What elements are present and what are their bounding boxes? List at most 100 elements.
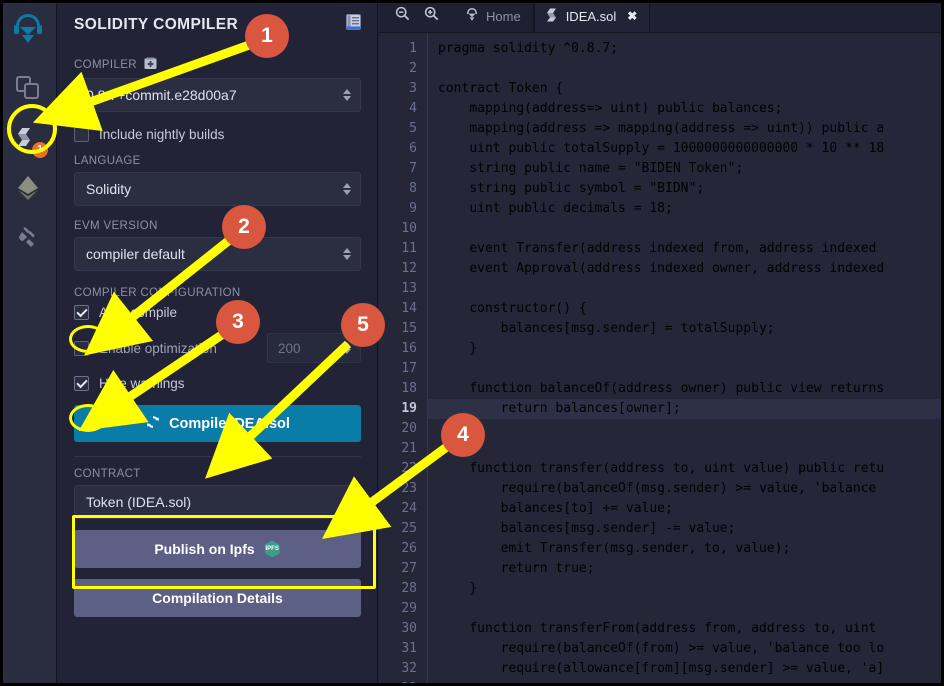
code-line[interactable]: return true; bbox=[438, 559, 944, 579]
line-number: 8 bbox=[409, 181, 417, 196]
file-explorer-icon[interactable] bbox=[6, 66, 50, 110]
page-title: SOLIDITY COMPILER bbox=[74, 15, 239, 33]
chevron-updown-icon bbox=[343, 248, 351, 260]
code-line[interactable]: balances[msg.sender] = totalSupply; bbox=[438, 319, 944, 339]
plugin-manager-icon[interactable] bbox=[6, 216, 50, 260]
auto-compile-row[interactable]: Auto compile bbox=[74, 305, 361, 320]
contract-section: CONTRACT Token (IDEA.sol) bbox=[74, 457, 361, 519]
publish-compiler-config-icon[interactable] bbox=[144, 57, 157, 73]
code-line[interactable] bbox=[438, 679, 944, 686]
evm-version-label: EVM VERSION bbox=[74, 220, 361, 232]
line-number: 26 bbox=[401, 541, 417, 556]
tab-idea-sol[interactable]: IDEA.sol ✖ bbox=[533, 0, 651, 32]
code-line[interactable] bbox=[438, 59, 944, 79]
compiler-version-select[interactable]: 0.8.7+commit.e28d00a7 bbox=[74, 78, 361, 112]
line-number: 19 bbox=[401, 401, 417, 416]
compiler-label-text: COMPILER bbox=[74, 59, 137, 71]
code-line[interactable]: string public symbol = "BIDN"; bbox=[438, 179, 944, 199]
code-line[interactable]: contract Token { bbox=[438, 79, 944, 99]
code-line[interactable]: function transfer(address to, uint value… bbox=[438, 459, 944, 479]
compile-button[interactable]: Compile IDEA.sol bbox=[74, 405, 361, 442]
code-line[interactable]: mapping(address=> uint) public balances; bbox=[438, 99, 944, 119]
code-line[interactable]: constructor() { bbox=[438, 299, 944, 319]
optimization-runs-value: 200 bbox=[278, 340, 301, 356]
compile-button-label: Compile IDEA.sol bbox=[169, 415, 290, 432]
code-line[interactable]: balances[msg.sender] -= value; bbox=[438, 519, 944, 539]
code-line[interactable]: uint public decimals = 18; bbox=[438, 199, 944, 219]
code-editor[interactable]: 1 2 3 4 5 6 7 8 9 10 11 12 13 14 15 16 17 18 19 20 21 22 23 24 2… bbox=[379, 33, 944, 686]
code-line[interactable]: } bbox=[438, 419, 944, 439]
zoom-in-icon[interactable] bbox=[424, 6, 439, 26]
solidity-compiler-icon[interactable]: 1 bbox=[6, 116, 50, 160]
code-line[interactable]: function balanceOf(address owner) public… bbox=[438, 379, 944, 399]
compiler-configuration-label: COMPILER CONFIGURATION bbox=[74, 287, 361, 299]
line-number: 14 bbox=[401, 301, 417, 316]
code-line[interactable]: uint public totalSupply = 10000000000000… bbox=[438, 139, 944, 159]
remix-logo-icon[interactable] bbox=[6, 8, 50, 52]
close-icon[interactable]: ✖ bbox=[627, 9, 637, 23]
publish-on-ipfs-button[interactable]: Publish on Ipfs IPFS bbox=[74, 530, 361, 568]
code-line[interactable] bbox=[438, 279, 944, 299]
include-nightly-row[interactable]: Include nightly builds bbox=[74, 127, 361, 142]
tab-home[interactable]: Home bbox=[453, 0, 534, 32]
contract-value: Token (IDEA.sol) bbox=[86, 494, 192, 510]
code-line[interactable]: emit Transfer(msg.sender, to, value); bbox=[438, 539, 944, 559]
hide-warnings-label: Hide warnings bbox=[99, 376, 185, 391]
auto-compile-label: Auto compile bbox=[99, 305, 178, 320]
code-line[interactable]: require(allowance[from][msg.sender] >= v… bbox=[438, 659, 944, 679]
line-number: 20 bbox=[401, 421, 417, 436]
enable-optimization-label: Enable optimization bbox=[99, 340, 217, 356]
ipfs-icon: IPFS bbox=[264, 540, 280, 558]
code-line[interactable]: string public name = "BIDEN Token"; bbox=[438, 159, 944, 179]
remix-home-icon bbox=[465, 7, 479, 25]
line-number: 27 bbox=[401, 561, 417, 576]
line-number: 10 bbox=[401, 221, 417, 236]
contract-select[interactable]: Token (IDEA.sol) bbox=[74, 485, 361, 519]
compilation-details-label: Compilation Details bbox=[152, 590, 283, 606]
code-line[interactable] bbox=[438, 599, 944, 619]
hide-warnings-checkbox[interactable] bbox=[74, 376, 89, 391]
refresh-icon bbox=[145, 414, 161, 434]
code-line[interactable] bbox=[438, 219, 944, 239]
code-line[interactable]: event Transfer(address indexed from, add… bbox=[438, 239, 944, 259]
code-line[interactable]: pragma solidity ^0.8.7; bbox=[438, 39, 944, 59]
language-value: Solidity bbox=[86, 181, 132, 197]
compiler-badge-count: 1 bbox=[32, 142, 48, 158]
zoom-out-icon[interactable] bbox=[395, 6, 410, 26]
contract-label: CONTRACT bbox=[74, 468, 361, 480]
language-select[interactable]: Solidity bbox=[74, 172, 361, 206]
book-icon[interactable] bbox=[346, 14, 361, 35]
code-content[interactable]: pragma solidity ^0.8.7; contract Token { … bbox=[427, 33, 944, 686]
compilation-details-button[interactable]: Compilation Details bbox=[74, 579, 361, 617]
evm-version-value: compiler default bbox=[86, 246, 185, 262]
line-number: 2 bbox=[409, 61, 417, 76]
enable-optimization-checkbox[interactable] bbox=[74, 340, 89, 356]
line-number: 7 bbox=[409, 161, 417, 176]
code-line[interactable]: mapping(address => mapping(address => ui… bbox=[438, 119, 944, 139]
line-number: 3 bbox=[409, 81, 417, 96]
code-line[interactable]: return balances[owner]; bbox=[428, 399, 944, 419]
line-number: 21 bbox=[401, 441, 417, 456]
code-line[interactable]: event Approval(address indexed owner, ad… bbox=[438, 259, 944, 279]
evm-version-select[interactable]: compiler default bbox=[74, 237, 361, 271]
include-nightly-checkbox[interactable] bbox=[74, 127, 89, 142]
publish-on-ipfs-label: Publish on Ipfs bbox=[154, 541, 255, 557]
code-line[interactable]: } bbox=[438, 339, 944, 359]
hide-warnings-row[interactable]: Hide warnings bbox=[74, 376, 361, 391]
enable-optimization-row[interactable]: Enable optimization 200 bbox=[74, 333, 361, 363]
code-line[interactable] bbox=[438, 359, 944, 379]
line-number: 6 bbox=[409, 141, 417, 156]
optimization-runs-input[interactable]: 200 bbox=[267, 333, 361, 363]
code-line[interactable]: require(balanceOf(msg.sender) >= value, … bbox=[438, 479, 944, 499]
code-line[interactable]: balances[to] += value; bbox=[438, 499, 944, 519]
deploy-run-icon[interactable] bbox=[6, 166, 50, 210]
line-number: 5 bbox=[409, 121, 417, 136]
tab-home-label: Home bbox=[486, 8, 521, 24]
code-line[interactable] bbox=[438, 439, 944, 459]
code-line[interactable]: function transferFrom(address from, addr… bbox=[438, 619, 944, 639]
compiler-configuration-label-text: COMPILER CONFIGURATION bbox=[74, 287, 241, 299]
code-line[interactable]: require(balanceOf(from) >= value, 'balan… bbox=[438, 639, 944, 659]
line-number: 24 bbox=[401, 501, 417, 516]
auto-compile-checkbox[interactable] bbox=[74, 305, 89, 320]
code-line[interactable]: } bbox=[438, 579, 944, 599]
